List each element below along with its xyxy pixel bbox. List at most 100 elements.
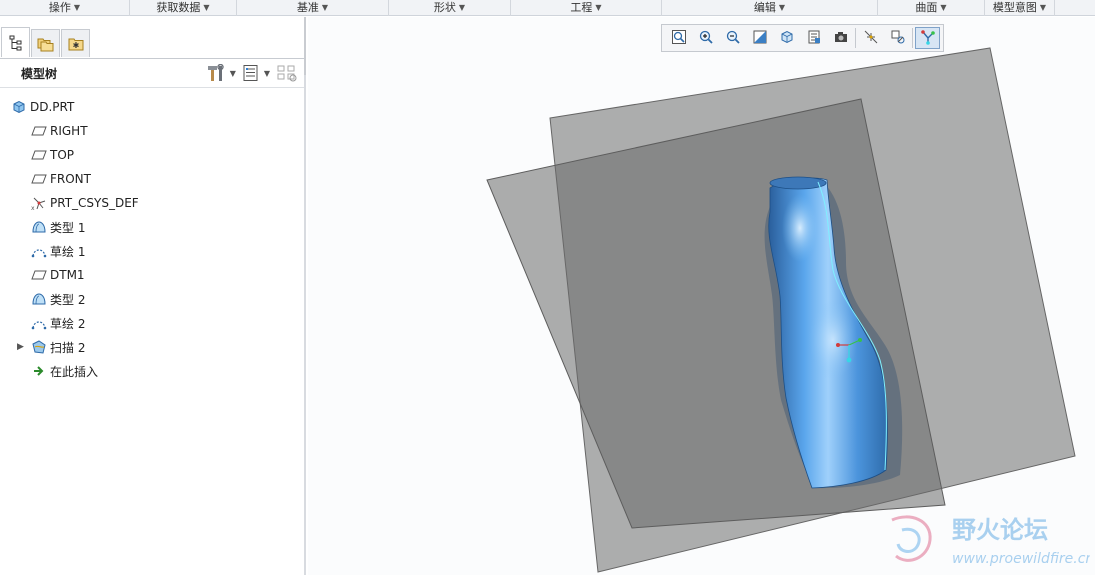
datum-display-filters-icon	[863, 29, 879, 48]
model-tree: DD.PRT RIGHT TOP FRONT x PRT_CSYS_DEF 类型 1 草绘 1…	[0, 95, 304, 383]
tree-item[interactable]: FRONT	[0, 167, 304, 191]
tree-item[interactable]: DD.PRT	[0, 95, 304, 119]
display-style-icon	[779, 29, 795, 48]
style-surface-icon	[31, 291, 47, 307]
tree-item[interactable]: x PRT_CSYS_DEF	[0, 191, 304, 215]
chevron-down-icon: ▼	[458, 3, 466, 12]
ribbon-group-label: 基准	[296, 1, 319, 14]
svg-text:x: x	[31, 205, 35, 211]
tree-filter-disabled-icon	[277, 65, 297, 82]
zoom-in-button[interactable]	[693, 27, 718, 49]
watermark-logo	[891, 515, 932, 562]
tree-item[interactable]: TOP	[0, 143, 304, 167]
datum-plane-icon	[31, 123, 47, 139]
refit-button[interactable]	[666, 27, 691, 49]
graphics-window[interactable]	[308, 17, 1095, 575]
tree-item-label: 扫描 2	[50, 340, 86, 355]
saved-orientations-icon	[806, 29, 822, 48]
svg-text:✱: ✱	[72, 41, 79, 50]
tree-settings-button[interactable]: ▼	[206, 63, 236, 83]
show-columns-button[interactable]: ▼	[242, 63, 270, 83]
tree-item-label: DD.PRT	[30, 100, 75, 114]
tree-item-label: RIGHT	[50, 124, 88, 138]
folder-browser-icon	[37, 38, 53, 51]
ribbon-group-label: 曲面	[915, 1, 938, 14]
spin-center-button[interactable]	[885, 27, 910, 49]
tree-item[interactable]: ▶ 扫描 2	[0, 335, 304, 359]
display-style-button[interactable]	[774, 27, 799, 49]
zoom-out-button[interactable]	[720, 27, 745, 49]
model-tree-icon	[9, 35, 21, 50]
tree-item[interactable]: RIGHT	[0, 119, 304, 143]
tab-folder-browser[interactable]	[31, 29, 60, 57]
hide-tree-button[interactable]	[276, 63, 298, 83]
watermark-url: www.proewildfire.cn	[952, 551, 1090, 567]
graphics-toolbar	[661, 24, 944, 52]
annotation-display-icon	[920, 29, 936, 48]
chevron-down-icon: ▼	[595, 3, 602, 12]
chevron-down-icon: ▼	[229, 68, 236, 78]
view-manager-button[interactable]	[828, 27, 853, 49]
ribbon-group-1[interactable]: 获取数据 ▼	[130, 0, 237, 16]
model-scene[interactable]	[308, 17, 1095, 575]
ribbon-group-label: 编辑	[753, 1, 776, 14]
spin-center-icon	[890, 29, 906, 48]
zoom-in-icon	[698, 29, 714, 48]
part-icon	[11, 99, 27, 115]
expand-arrow-icon[interactable]: ▶	[17, 342, 25, 352]
ribbon-group-label: 获取数据	[156, 1, 201, 14]
datum-plane-icon	[31, 171, 47, 187]
ribbon-group-3[interactable]: 形状 ▼	[389, 0, 511, 16]
surface-highlight	[809, 300, 857, 380]
csys-icon: x	[31, 195, 47, 211]
ribbon-group-7[interactable]: 模型意图 ▼	[985, 0, 1055, 16]
annotation-display-button[interactable]	[915, 27, 940, 49]
tree-item-label: 草绘 1	[50, 244, 86, 259]
ribbon-group-5[interactable]: 编辑 ▼	[662, 0, 878, 16]
datum-plane-icon	[31, 147, 47, 163]
toolbar-separator	[855, 28, 856, 48]
model-tree-title: 模型树	[21, 66, 58, 81]
tree-item[interactable]: 在此插入	[0, 359, 304, 383]
tab-favorites[interactable]: ✱	[61, 29, 90, 57]
tree-item-label: DTM1	[50, 268, 85, 282]
tree-item-label: 在此插入	[50, 364, 99, 379]
sweep-top-opening	[769, 176, 827, 190]
tree-item-label: 类型 2	[50, 292, 86, 307]
watermark-title: 野火论坛	[952, 516, 1048, 544]
insert-here-arrow-icon	[31, 363, 47, 379]
tree-item[interactable]: 类型 2	[0, 287, 304, 311]
panel-splitter[interactable]	[304, 75, 306, 575]
tree-item[interactable]: DTM1	[0, 263, 304, 287]
ribbon-group-label: 模型意图	[992, 1, 1037, 14]
hammer-wrench-icon	[207, 64, 224, 81]
ribbon-group-2[interactable]: 基准 ▼	[237, 0, 389, 16]
tree-item[interactable]: 类型 1	[0, 215, 304, 239]
sweep-icon	[31, 339, 47, 355]
tree-item[interactable]: 草绘 2	[0, 311, 304, 335]
ribbon-group-label: 工程	[570, 1, 593, 14]
saved-orientations-button[interactable]	[801, 27, 826, 49]
ribbon-group-0[interactable]: 操作 ▼	[0, 0, 130, 16]
ribbon-group-4[interactable]: 工程 ▼	[511, 0, 662, 16]
ribbon-group-6[interactable]: 曲面 ▼	[878, 0, 985, 16]
model-tree-header: 模型树 ▼ ▼	[0, 58, 304, 88]
tree-item-label: TOP	[50, 148, 75, 162]
chevron-down-icon: ▼	[321, 3, 329, 12]
tree-item-label: PRT_CSYS_DEF	[50, 196, 139, 210]
list-columns-icon	[243, 65, 258, 81]
ribbon-group-bar: 操作 ▼ 获取数据 ▼ 基准 ▼ 形状 ▼ 工程 ▼ 编辑 ▼ 曲面 ▼ 模型意图 ▼	[0, 0, 1095, 16]
datum-plane-icon	[31, 267, 47, 283]
surface-highlight	[782, 194, 818, 262]
tree-item[interactable]: 草绘 1	[0, 239, 304, 263]
view-manager-icon	[833, 29, 849, 48]
sketch-icon	[31, 243, 47, 259]
repaint-button[interactable]	[747, 27, 772, 49]
navigator-panel: ✱ 模型树 ▼ ▼ DD.PRT RIGHT TOP FRONT x PRT_C…	[0, 17, 306, 575]
datum-display-filters-button[interactable]	[858, 27, 883, 49]
tree-item-label: FRONT	[50, 172, 91, 186]
tab-model-tree[interactable]	[1, 27, 30, 57]
ribbon-group-label: 操作	[48, 1, 71, 14]
chevron-down-icon: ▼	[1039, 3, 1047, 12]
chevron-down-icon: ▼	[778, 3, 786, 12]
